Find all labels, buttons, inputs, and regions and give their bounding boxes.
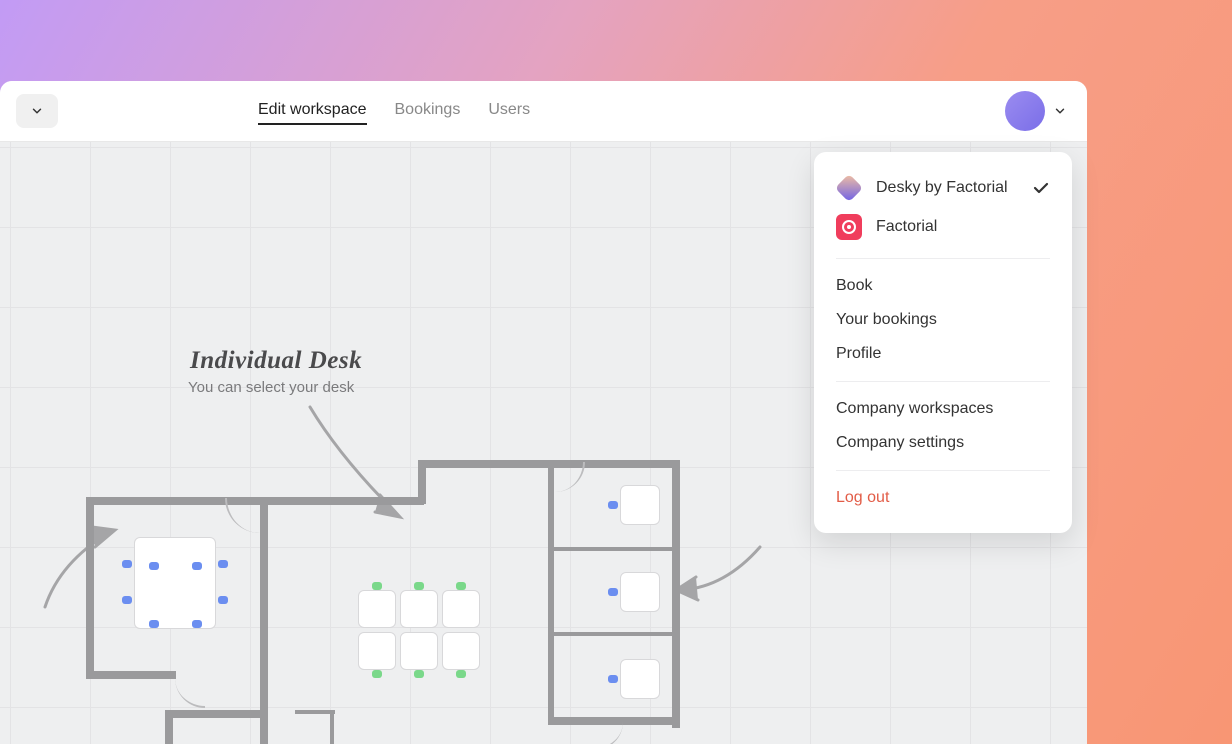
org-item-desky[interactable]: Desky by Factorial — [814, 170, 1072, 206]
desk[interactable] — [358, 590, 396, 628]
divider — [836, 258, 1050, 259]
divider — [836, 381, 1050, 382]
tab-edit-workspace[interactable]: Edit workspace — [258, 97, 367, 125]
tab-bookings[interactable]: Bookings — [395, 97, 461, 125]
desk[interactable] — [400, 590, 438, 628]
menu-item-logout[interactable]: Log out — [814, 481, 1072, 515]
seat[interactable] — [218, 596, 228, 604]
wall — [550, 632, 678, 636]
seat[interactable] — [608, 675, 618, 683]
annotation-subtitle: You can select your desk — [188, 379, 354, 396]
menu-item-company-settings[interactable]: Company settings — [814, 426, 1072, 460]
seat[interactable] — [218, 560, 228, 568]
check-icon — [1032, 179, 1050, 197]
desk[interactable] — [400, 632, 438, 670]
wall — [548, 460, 554, 723]
workspace-dropdown-button[interactable] — [16, 94, 58, 128]
menu-item-book[interactable]: Book — [814, 269, 1072, 303]
seat[interactable] — [372, 670, 382, 678]
seat[interactable] — [192, 562, 202, 570]
nav-tabs: Edit workspace Bookings Users — [258, 97, 530, 125]
seat[interactable] — [149, 620, 159, 628]
desk[interactable] — [134, 537, 216, 629]
top-bar: Edit workspace Bookings Users — [0, 81, 1087, 142]
seat[interactable] — [122, 596, 132, 604]
menu-item-company-workspaces[interactable]: Company workspaces — [814, 392, 1072, 426]
seat[interactable] — [608, 588, 618, 596]
chevron-down-icon — [30, 104, 44, 118]
chevron-down-icon — [1053, 104, 1067, 118]
wall — [330, 710, 334, 744]
desk[interactable] — [442, 590, 480, 628]
seat[interactable] — [414, 670, 424, 678]
seat[interactable] — [149, 562, 159, 570]
door-arc — [175, 678, 205, 708]
wall — [86, 671, 176, 679]
wall — [260, 497, 268, 677]
user-menu-trigger[interactable] — [1005, 91, 1067, 131]
user-popup-menu: Desky by Factorial Factorial Book Your b… — [814, 152, 1072, 533]
seat[interactable] — [192, 620, 202, 628]
divider — [836, 470, 1050, 471]
seat[interactable] — [456, 582, 466, 590]
door-arc — [595, 722, 623, 744]
org-label: Factorial — [876, 218, 937, 236]
wall — [550, 547, 678, 551]
seat[interactable] — [608, 501, 618, 509]
wall — [165, 710, 265, 718]
desk[interactable] — [358, 632, 396, 670]
desk[interactable] — [620, 572, 660, 612]
org-item-factorial[interactable]: Factorial — [814, 206, 1072, 248]
desky-icon — [835, 174, 863, 202]
arrow-annotation — [40, 522, 120, 617]
door-arc — [225, 498, 260, 533]
org-label: Desky by Factorial — [876, 179, 1008, 197]
wall — [260, 674, 268, 744]
annotation-title: Individual Desk — [190, 347, 362, 375]
wall — [86, 497, 94, 679]
seat[interactable] — [414, 582, 424, 590]
desk[interactable] — [620, 485, 660, 525]
seat[interactable] — [122, 560, 132, 568]
door-arc — [555, 462, 585, 492]
menu-item-profile[interactable]: Profile — [814, 337, 1072, 371]
desk[interactable] — [442, 632, 480, 670]
menu-item-your-bookings[interactable]: Your bookings — [814, 303, 1072, 337]
seat[interactable] — [372, 582, 382, 590]
seat[interactable] — [456, 670, 466, 678]
arrow-annotation — [670, 542, 765, 612]
tab-users[interactable]: Users — [488, 97, 530, 125]
avatar — [1005, 91, 1045, 131]
factorial-icon — [836, 214, 862, 240]
arrow-annotation — [300, 397, 430, 527]
desk[interactable] — [620, 659, 660, 699]
wall — [295, 710, 335, 714]
wall — [672, 460, 680, 728]
